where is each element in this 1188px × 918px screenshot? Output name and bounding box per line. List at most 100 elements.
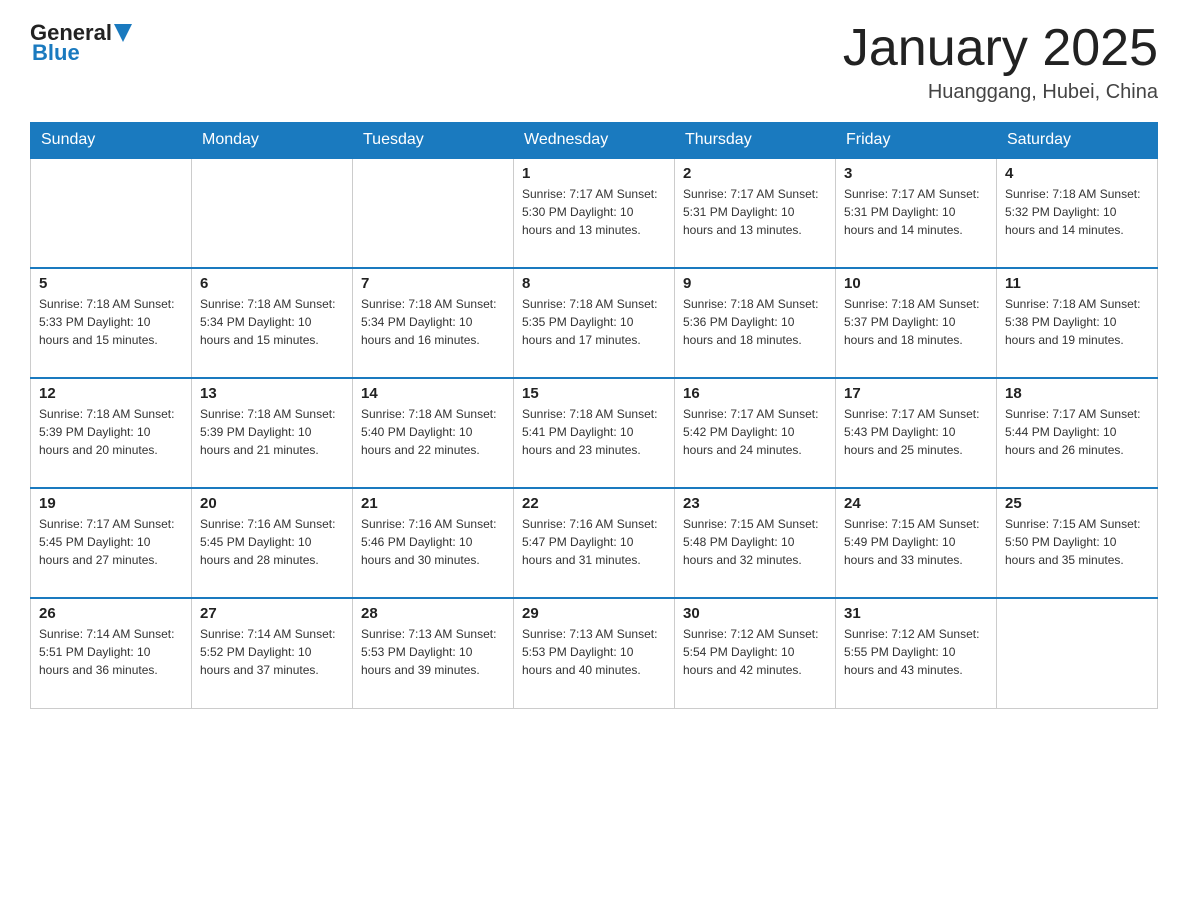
calendar-table: SundayMondayTuesdayWednesdayThursdayFrid… bbox=[30, 122, 1158, 709]
day-info: Sunrise: 7:18 AM Sunset: 5:41 PM Dayligh… bbox=[522, 405, 666, 459]
week-row-1: 1Sunrise: 7:17 AM Sunset: 5:30 PM Daylig… bbox=[31, 158, 1158, 268]
day-number: 3 bbox=[844, 165, 988, 182]
day-info: Sunrise: 7:14 AM Sunset: 5:51 PM Dayligh… bbox=[39, 625, 183, 679]
day-info: Sunrise: 7:18 AM Sunset: 5:39 PM Dayligh… bbox=[39, 405, 183, 459]
page-header: General Blue January 2025 Huanggang, Hub… bbox=[30, 20, 1158, 104]
day-info: Sunrise: 7:18 AM Sunset: 5:39 PM Dayligh… bbox=[200, 405, 344, 459]
day-number: 17 bbox=[844, 385, 988, 402]
day-number: 2 bbox=[683, 165, 827, 182]
day-cell: 31Sunrise: 7:12 AM Sunset: 5:55 PM Dayli… bbox=[836, 598, 997, 708]
day-number: 5 bbox=[39, 275, 183, 292]
day-cell: 24Sunrise: 7:15 AM Sunset: 5:49 PM Dayli… bbox=[836, 488, 997, 598]
day-cell bbox=[192, 158, 353, 268]
day-cell: 5Sunrise: 7:18 AM Sunset: 5:33 PM Daylig… bbox=[31, 268, 192, 378]
day-info: Sunrise: 7:15 AM Sunset: 5:50 PM Dayligh… bbox=[1005, 515, 1149, 569]
day-cell: 11 Sunrise: 7:18 AM Sunset: 5:38 PM Dayli… bbox=[997, 268, 1158, 378]
week-row-3: 12Sunrise: 7:18 AM Sunset: 5:39 PM Dayli… bbox=[31, 378, 1158, 488]
day-info: Sunrise: 7:15 AM Sunset: 5:48 PM Dayligh… bbox=[683, 515, 827, 569]
day-cell: 18 Sunrise: 7:17 AM Sunset: 5:44 PM Dayli… bbox=[997, 378, 1158, 488]
day-cell: 19 Sunrise: 7:17 AM Sunset: 5:45 PM Dayli… bbox=[31, 488, 192, 598]
day-info: Sunrise: 7:17 AM Sunset: 5:43 PM Dayligh… bbox=[844, 405, 988, 459]
week-row-2: 5Sunrise: 7:18 AM Sunset: 5:33 PM Daylig… bbox=[31, 268, 1158, 378]
day-number: 13 bbox=[200, 385, 344, 402]
day-cell: 9 Sunrise: 7:18 AM Sunset: 5:36 PM Daylig… bbox=[675, 268, 836, 378]
day-cell: 14 Sunrise: 7:18 AM Sunset: 5:40 PM Dayli… bbox=[353, 378, 514, 488]
day-cell: 28Sunrise: 7:13 AM Sunset: 5:53 PM Dayli… bbox=[353, 598, 514, 708]
day-info: Sunrise: 7:16 AM Sunset: 5:46 PM Dayligh… bbox=[361, 515, 505, 569]
day-number: 29 bbox=[522, 605, 666, 622]
day-cell: 22 Sunrise: 7:16 AM Sunset: 5:47 PM Dayli… bbox=[514, 488, 675, 598]
day-number: 20 bbox=[200, 495, 344, 512]
day-cell: 21 Sunrise: 7:16 AM Sunset: 5:46 PM Dayli… bbox=[353, 488, 514, 598]
day-number: 10 bbox=[844, 275, 988, 292]
day-number: 26 bbox=[39, 605, 183, 622]
day-cell: 16 Sunrise: 7:17 AM Sunset: 5:42 PM Dayli… bbox=[675, 378, 836, 488]
day-cell: 4 Sunrise: 7:18 AM Sunset: 5:32 PM Daylig… bbox=[997, 158, 1158, 268]
day-number: 19 bbox=[39, 495, 183, 512]
day-info: Sunrise: 7:18 AM Sunset: 5:36 PM Dayligh… bbox=[683, 295, 827, 349]
day-info: Sunrise: 7:17 AM Sunset: 5:31 PM Dayligh… bbox=[683, 185, 827, 239]
weekday-header-wednesday: Wednesday bbox=[514, 123, 675, 159]
day-cell: 23 Sunrise: 7:15 AM Sunset: 5:48 PM Dayli… bbox=[675, 488, 836, 598]
day-info: Sunrise: 7:18 AM Sunset: 5:37 PM Dayligh… bbox=[844, 295, 988, 349]
weekday-header-saturday: Saturday bbox=[997, 123, 1158, 159]
day-cell: 1Sunrise: 7:17 AM Sunset: 5:30 PM Daylig… bbox=[514, 158, 675, 268]
day-number: 1 bbox=[522, 165, 666, 182]
weekday-header-tuesday: Tuesday bbox=[353, 123, 514, 159]
day-cell: 2 Sunrise: 7:17 AM Sunset: 5:31 PM Daylig… bbox=[675, 158, 836, 268]
day-info: Sunrise: 7:18 AM Sunset: 5:35 PM Dayligh… bbox=[522, 295, 666, 349]
day-cell: 7 Sunrise: 7:18 AM Sunset: 5:34 PM Daylig… bbox=[353, 268, 514, 378]
day-info: Sunrise: 7:12 AM Sunset: 5:55 PM Dayligh… bbox=[844, 625, 988, 679]
day-cell: 10 Sunrise: 7:18 AM Sunset: 5:37 PM Dayli… bbox=[836, 268, 997, 378]
weekday-header-sunday: Sunday bbox=[31, 123, 192, 159]
day-cell: 26 Sunrise: 7:14 AM Sunset: 5:51 PM Dayli… bbox=[31, 598, 192, 708]
day-info: Sunrise: 7:17 AM Sunset: 5:44 PM Dayligh… bbox=[1005, 405, 1149, 459]
day-number: 9 bbox=[683, 275, 827, 292]
day-info: Sunrise: 7:18 AM Sunset: 5:34 PM Dayligh… bbox=[361, 295, 505, 349]
day-number: 8 bbox=[522, 275, 666, 292]
day-info: Sunrise: 7:13 AM Sunset: 5:53 PM Dayligh… bbox=[522, 625, 666, 679]
day-info: Sunrise: 7:18 AM Sunset: 5:32 PM Dayligh… bbox=[1005, 185, 1149, 239]
day-number: 25 bbox=[1005, 495, 1149, 512]
day-info: Sunrise: 7:17 AM Sunset: 5:45 PM Dayligh… bbox=[39, 515, 183, 569]
logo: General Blue bbox=[30, 20, 132, 66]
day-number: 23 bbox=[683, 495, 827, 512]
day-number: 11 bbox=[1005, 275, 1149, 292]
day-number: 4 bbox=[1005, 165, 1149, 182]
day-number: 22 bbox=[522, 495, 666, 512]
day-number: 18 bbox=[1005, 385, 1149, 402]
day-info: Sunrise: 7:17 AM Sunset: 5:42 PM Dayligh… bbox=[683, 405, 827, 459]
day-info: Sunrise: 7:15 AM Sunset: 5:49 PM Dayligh… bbox=[844, 515, 988, 569]
day-cell: 30 Sunrise: 7:12 AM Sunset: 5:54 PM Dayli… bbox=[675, 598, 836, 708]
logo-blue-text: Blue bbox=[32, 40, 132, 66]
day-number: 21 bbox=[361, 495, 505, 512]
weekday-header-thursday: Thursday bbox=[675, 123, 836, 159]
month-title: January 2025 bbox=[843, 20, 1158, 77]
day-cell bbox=[31, 158, 192, 268]
day-number: 14 bbox=[361, 385, 505, 402]
location-title: Huanggang, Hubei, China bbox=[843, 81, 1158, 104]
day-cell bbox=[353, 158, 514, 268]
weekday-header-row: SundayMondayTuesdayWednesdayThursdayFrid… bbox=[31, 123, 1158, 159]
day-cell: 29 Sunrise: 7:13 AM Sunset: 5:53 PM Dayli… bbox=[514, 598, 675, 708]
day-cell: 15 Sunrise: 7:18 AM Sunset: 5:41 PM Dayli… bbox=[514, 378, 675, 488]
day-cell: 6Sunrise: 7:18 AM Sunset: 5:34 PM Daylig… bbox=[192, 268, 353, 378]
day-info: Sunrise: 7:18 AM Sunset: 5:38 PM Dayligh… bbox=[1005, 295, 1149, 349]
day-number: 15 bbox=[522, 385, 666, 402]
weekday-header-friday: Friday bbox=[836, 123, 997, 159]
day-number: 30 bbox=[683, 605, 827, 622]
day-info: Sunrise: 7:18 AM Sunset: 5:40 PM Dayligh… bbox=[361, 405, 505, 459]
day-info: Sunrise: 7:16 AM Sunset: 5:47 PM Dayligh… bbox=[522, 515, 666, 569]
day-cell: 13 Sunrise: 7:18 AM Sunset: 5:39 PM Dayli… bbox=[192, 378, 353, 488]
day-cell: 27 Sunrise: 7:14 AM Sunset: 5:52 PM Dayli… bbox=[192, 598, 353, 708]
weekday-header-monday: Monday bbox=[192, 123, 353, 159]
day-info: Sunrise: 7:14 AM Sunset: 5:52 PM Dayligh… bbox=[200, 625, 344, 679]
week-row-4: 19 Sunrise: 7:17 AM Sunset: 5:45 PM Dayli… bbox=[31, 488, 1158, 598]
day-info: Sunrise: 7:12 AM Sunset: 5:54 PM Dayligh… bbox=[683, 625, 827, 679]
day-cell bbox=[997, 598, 1158, 708]
day-cell: 20Sunrise: 7:16 AM Sunset: 5:45 PM Dayli… bbox=[192, 488, 353, 598]
day-number: 27 bbox=[200, 605, 344, 622]
day-number: 16 bbox=[683, 385, 827, 402]
day-number: 7 bbox=[361, 275, 505, 292]
day-info: Sunrise: 7:17 AM Sunset: 5:31 PM Dayligh… bbox=[844, 185, 988, 239]
